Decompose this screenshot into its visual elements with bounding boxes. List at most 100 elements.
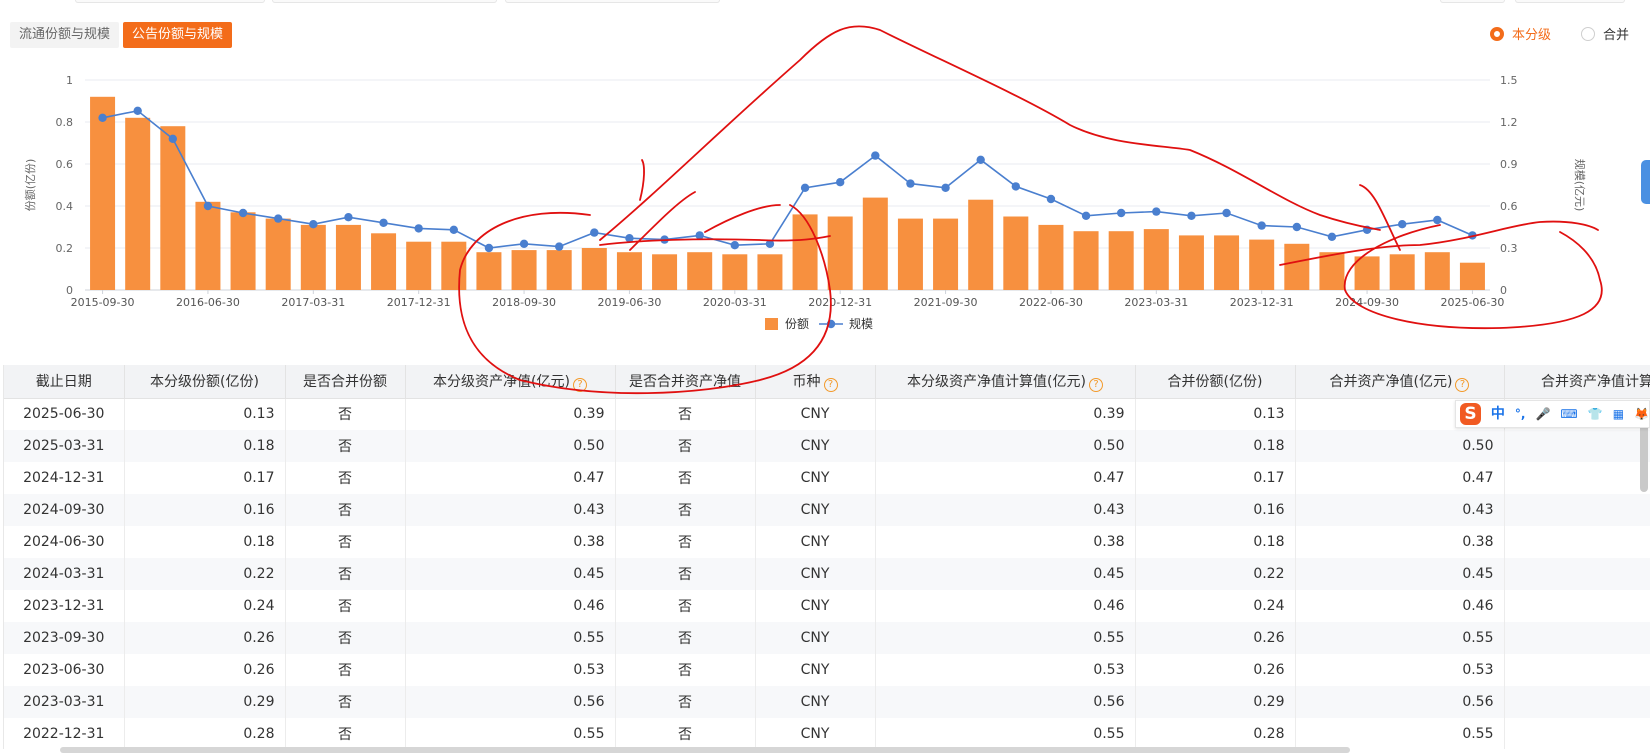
ime-toolbar: S 中 °, 🎤 ⌨ 👕 ▦ 🦊	[1455, 400, 1650, 428]
table-row[interactable]: 2022-12-31 0.28 否 0.55 否 CNY 0.55 0.28 0.55	[4, 718, 1650, 749]
bar	[511, 250, 537, 290]
bar	[897, 218, 923, 290]
y-tick-label: 1	[66, 74, 73, 87]
line-point	[1292, 222, 1302, 232]
table-cell: 2023-03-31	[4, 686, 125, 718]
table-cell	[1504, 462, 1650, 494]
bar	[195, 201, 221, 290]
table-cell: 0.28	[124, 718, 286, 749]
table-cell: 否	[615, 430, 756, 462]
table-row[interactable]: 2023-06-30 0.26 否 0.53 否 CNY 0.53 0.26 0.53	[4, 654, 1650, 686]
bar	[616, 252, 642, 290]
sogou-logo[interactable]: S	[1460, 403, 1481, 425]
table-cell: 否	[615, 718, 756, 749]
horizontal-scrollbar[interactable]	[60, 747, 1350, 753]
x-tick-label: 2020-03-31	[703, 296, 767, 309]
table-cell: 否	[285, 622, 406, 654]
table-cell	[1504, 494, 1650, 526]
column-header[interactable]: 本分级份额(亿份)	[124, 365, 286, 399]
line-point	[1116, 208, 1126, 218]
tab-announced-share[interactable]: 公告份额与规模	[123, 22, 233, 48]
radio-this-class[interactable]: 本分级	[1490, 24, 1551, 43]
line-point	[660, 235, 669, 244]
y-tick-label: 0.6	[56, 158, 74, 171]
table-row[interactable]: 2023-12-31 0.24 否 0.46 否 CNY 0.46 0.24 0.46	[4, 590, 1650, 622]
tab-circulating-share[interactable]: 流通份额与规模	[10, 22, 120, 48]
table-cell: 0.43	[405, 494, 616, 526]
table-cell: 否	[615, 526, 756, 558]
table-header-row: 截止日期 本分级份额(亿份) 是否合并份额 本分级资产净值(亿元)? 是否合并资产净值币…	[4, 365, 1650, 399]
y-tick-label: 0.2	[56, 242, 74, 255]
skin-icon[interactable]: 👕	[1588, 401, 1603, 427]
table-cell: 0.43	[1295, 494, 1505, 526]
microphone-icon[interactable]: 🎤	[1535, 401, 1550, 427]
help-icon[interactable]: ?	[823, 377, 838, 392]
share-scale-chart: 00.20.40.60.8100.30.60.91.21.5份额(亿份) 规模(亿…	[24, 74, 1587, 331]
table-cell	[1504, 718, 1650, 749]
help-icon[interactable]: ?	[1455, 377, 1470, 392]
table-cell: 否	[285, 526, 406, 558]
line-point	[1081, 211, 1091, 220]
bar	[90, 96, 116, 290]
more-icon[interactable]: 🦊	[1634, 401, 1649, 427]
table-cell: 0.46	[875, 590, 1136, 622]
table-cell: 2022-12-31	[4, 718, 125, 749]
column-header[interactable]: 合并份额(亿份)	[1135, 365, 1296, 399]
line-point	[730, 241, 740, 250]
column-header[interactable]: 是否合并份额	[285, 365, 406, 399]
line-point	[449, 225, 459, 234]
y2-axis-title: 规模(亿元)	[1573, 159, 1587, 212]
table-row[interactable]: 2023-09-30 0.26 否 0.55 否 CNY 0.55 0.26 0.55	[4, 622, 1650, 654]
table-cell: 0.24	[124, 590, 286, 622]
toolbox-icon[interactable]: ▦	[1613, 401, 1624, 427]
table-cell: 0.26	[1135, 654, 1296, 686]
side-panel-toggle[interactable]	[1641, 160, 1650, 204]
table-cell: 否	[285, 686, 406, 718]
bar	[1459, 262, 1485, 290]
bar	[1003, 216, 1029, 290]
table-cell: 0.56	[405, 686, 616, 718]
bar	[1354, 256, 1380, 290]
line-point	[625, 234, 634, 243]
column-header[interactable]: 是否合并资产净值	[615, 365, 756, 399]
table-row[interactable]: 2025-03-31 0.18 否 0.50 否 CNY 0.50 0.18 0.50	[4, 430, 1650, 462]
column-header[interactable]: 本分级资产净值计算值(亿元)?	[875, 365, 1136, 399]
table-cell: 0.50	[1295, 430, 1505, 462]
bar	[1319, 252, 1345, 290]
table-row[interactable]: 2023-03-31 0.29 否 0.56 否 CNY 0.56 0.29 0.56	[4, 686, 1650, 718]
radio-merged[interactable]: 合并	[1581, 24, 1629, 43]
column-header[interactable]: 本分级资产净值(亿元)?	[405, 365, 616, 399]
bar	[546, 250, 572, 290]
column-header[interactable]: 合并资产净值计算值	[1504, 365, 1650, 399]
keyboard-icon[interactable]: ⌨	[1560, 401, 1577, 427]
column-header[interactable]: 币种?	[755, 365, 876, 399]
chinese-mode-icon[interactable]: 中	[1491, 401, 1505, 427]
table-cell: CNY	[755, 718, 876, 749]
punctuation-icon[interactable]: °,	[1515, 401, 1526, 427]
table-row[interactable]: 2024-12-31 0.17 否 0.47 否 CNY 0.47 0.17 0.47	[4, 462, 1650, 494]
line-point	[1468, 231, 1477, 240]
column-header[interactable]: 合并资产净值(亿元)?	[1295, 365, 1505, 399]
line-point	[1362, 225, 1372, 234]
bar	[1424, 252, 1450, 290]
table-row[interactable]: 2024-03-31 0.22 否 0.45 否 CNY 0.45 0.22 0.45	[4, 558, 1650, 590]
legend-swatch-point	[826, 319, 836, 329]
table-cell: CNY	[755, 462, 876, 494]
table-row[interactable]: 2024-06-30 0.18 否 0.38 否 CNY 0.38 0.18 0.38	[4, 526, 1650, 558]
line-point	[1397, 220, 1407, 229]
bar	[1249, 239, 1275, 290]
help-icon[interactable]: ?	[572, 377, 587, 392]
line-point	[1327, 232, 1337, 241]
bar	[230, 212, 256, 290]
table-cell: 否	[285, 718, 406, 749]
table-cell: 否	[615, 398, 756, 430]
y2-tick-label: 1.2	[1500, 116, 1518, 129]
table-row[interactable]: 2024-09-30 0.16 否 0.43 否 CNY 0.43 0.16 0.43	[4, 494, 1650, 526]
table-cell: 0.22	[124, 558, 286, 590]
column-header[interactable]: 截止日期	[4, 365, 125, 399]
table-cell: 否	[615, 558, 756, 590]
table-cell: 2024-12-31	[4, 462, 125, 494]
help-icon[interactable]: ?	[1088, 377, 1103, 392]
table-cell: 2023-12-31	[4, 590, 125, 622]
table-row[interactable]: 2025-06-30 0.13 否 0.39 否 CNY 0.39 0.13	[4, 398, 1650, 430]
